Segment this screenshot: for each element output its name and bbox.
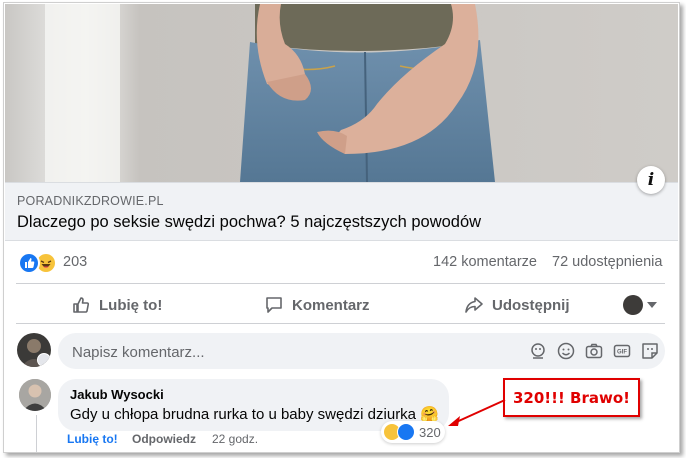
annotation-arrow — [448, 399, 506, 426]
